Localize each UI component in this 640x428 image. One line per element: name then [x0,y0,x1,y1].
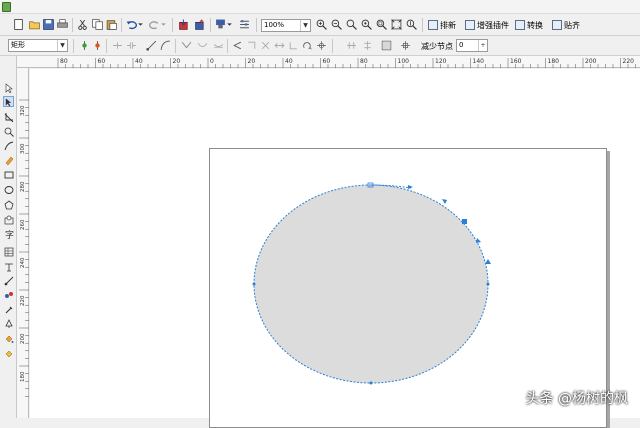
ellipse-shape[interactable] [254,185,488,383]
node-handle[interactable] [462,219,467,224]
direction-arrow-icon [476,238,481,243]
direction-arrow-icon [442,199,447,204]
watermark-text: 头条 @杨树的枫 [526,388,628,408]
direction-arrow-icon [485,259,491,264]
selected-ellipse[interactable] [0,0,640,418]
node-point[interactable] [370,382,373,385]
node-point[interactable] [253,283,256,286]
node-point[interactable] [487,283,490,286]
